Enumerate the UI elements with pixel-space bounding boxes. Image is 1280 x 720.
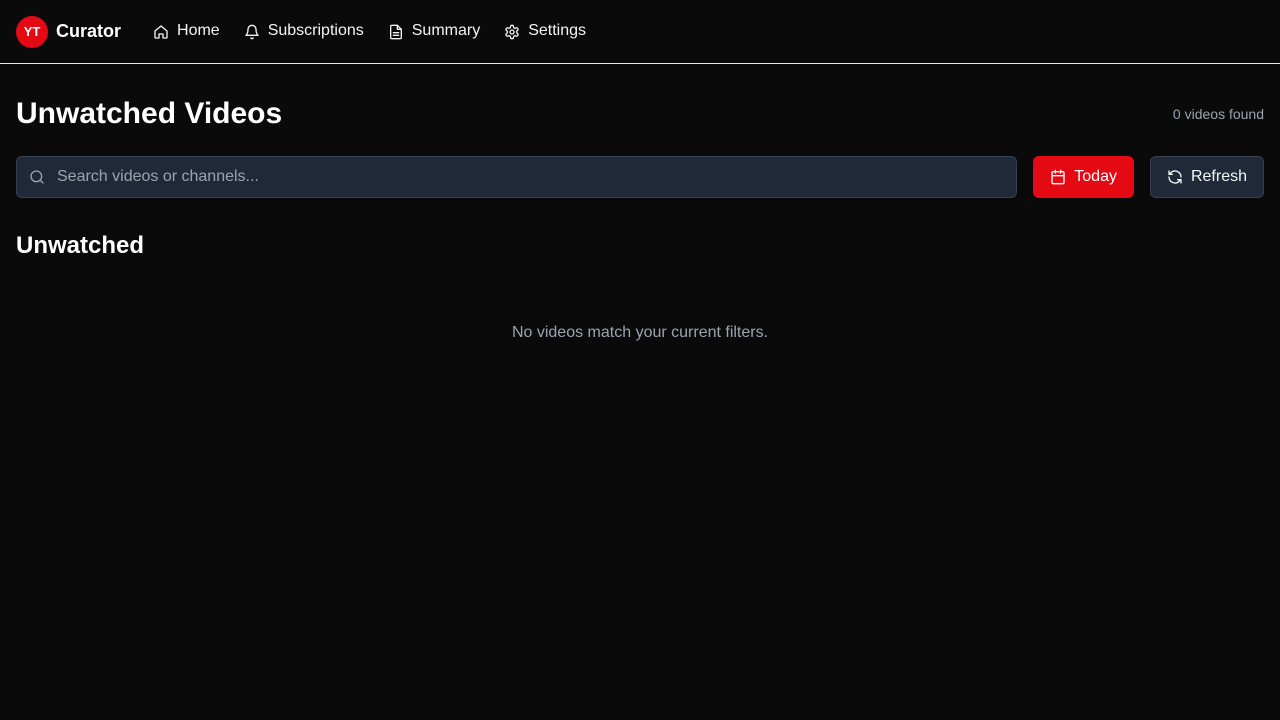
document-icon (389, 24, 402, 39)
refresh-button-label: Refresh (1190, 168, 1247, 185)
empty-state-message: No videos match your current filters. (511, 324, 769, 341)
nav-item-label: Subscriptions (267, 21, 364, 39)
gear-icon (505, 24, 519, 39)
controls-row: Today Refresh (16, 156, 1264, 198)
nav-item-summary[interactable]: Summary (388, 16, 480, 48)
page-header: Unwatched Videos 0 videos found (16, 97, 1264, 130)
nav-item-label: Home (177, 21, 220, 39)
section-title: Unwatched (16, 232, 145, 259)
logo-badge: YT (16, 15, 48, 48)
today-button[interactable]: Today (1033, 156, 1134, 198)
search-icon (30, 170, 44, 184)
main-content: Unwatched Videos 0 videos found Today Re… (0, 97, 1280, 342)
search-box[interactable] (16, 156, 1018, 198)
home-icon (154, 24, 168, 39)
bell-icon (245, 24, 259, 39)
top-navigation-bar: YT Curator Home Subscriptions Summary Se… (0, 0, 1280, 64)
nav-item-home[interactable]: Home (153, 16, 220, 48)
nav-item-label: Settings (528, 21, 587, 39)
today-button-label: Today (1074, 168, 1117, 185)
nav-item-label: Summary (411, 21, 481, 39)
refresh-icon (1168, 170, 1182, 184)
app-logo[interactable]: YT Curator (16, 15, 122, 48)
video-count: 0 videos found (1172, 106, 1264, 122)
refresh-button[interactable]: Refresh (1149, 156, 1264, 198)
page-title: Unwatched Videos (16, 97, 283, 130)
search-input[interactable] (57, 168, 1005, 186)
nav-item-subscriptions[interactable]: Subscriptions (244, 16, 364, 48)
nav-item-settings[interactable]: Settings (504, 16, 586, 48)
main-nav: Home Subscriptions Summary Settings (153, 16, 610, 48)
app-name: Curator (56, 21, 122, 41)
calendar-icon (1051, 169, 1065, 185)
